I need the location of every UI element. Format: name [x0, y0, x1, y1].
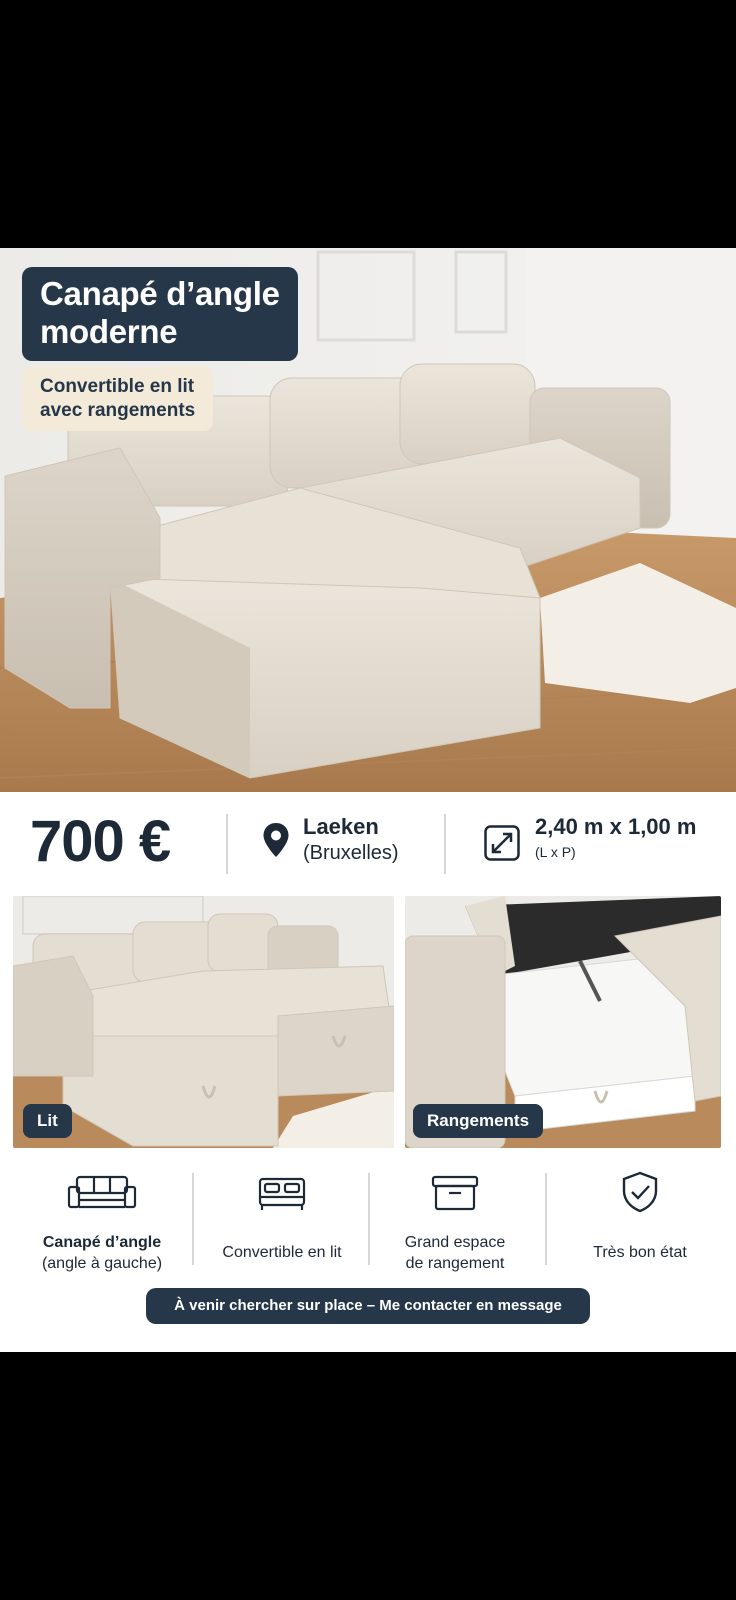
photo-bed-mode[interactable]: Lit — [13, 896, 394, 1148]
features-row: Canapé d’angle (angle à gauche) Converti… — [0, 1163, 736, 1273]
location-city: Laeken — [303, 814, 379, 839]
photo-tag-lit: Lit — [23, 1104, 72, 1138]
location-pin-icon — [263, 823, 289, 857]
listing-subtitle-badge: Convertible en lit avec rangements — [22, 367, 214, 431]
listing-title-line1: Canapé d’angle — [40, 275, 280, 312]
storage-box-icon — [431, 1175, 479, 1211]
feature-4-line1: Très bon état — [593, 1244, 687, 1261]
listing-subtitle-line1: Convertible en lit — [40, 376, 195, 397]
bottom-black-bar — [0, 1352, 736, 1600]
bed-icon — [258, 1177, 306, 1210]
feature-corner-sofa: Canapé d’angle (angle à gauche) — [10, 1163, 194, 1273]
info-row: 700 € Laeken (Bruxelles) 2,40 m x 1,00 m… — [0, 792, 736, 896]
feature-condition: Très bon état — [548, 1163, 732, 1273]
sofa-icon — [67, 1175, 137, 1209]
top-black-bar — [0, 0, 736, 248]
feature-3-line1: Grand espace — [404, 1234, 506, 1251]
divider — [226, 814, 228, 874]
feature-1-line2: (angle à gauche) — [41, 1255, 163, 1272]
listing-title-badge: Canapé d’angle moderne — [22, 267, 298, 361]
hero-photo[interactable]: Canapé d’angle moderne Convertible en li… — [0, 248, 736, 792]
location-region: (Bruxelles) — [303, 842, 399, 864]
dimensions-value: 2,40 m x 1,00 m — [535, 814, 697, 839]
expand-dimensions-icon — [484, 825, 520, 861]
divider — [444, 814, 446, 874]
listing-subtitle-line2: avec rangements — [40, 400, 196, 421]
feature-1-line1: Canapé d’angle — [42, 1234, 162, 1251]
divider — [545, 1173, 547, 1265]
shield-check-icon — [622, 1171, 658, 1213]
feature-3-line2: de rangement — [405, 1255, 505, 1272]
listing-title-line2: moderne — [40, 313, 178, 350]
listing-card: Canapé d’angle moderne Convertible en li… — [0, 248, 736, 1352]
feature-convertible: Convertible en lit — [190, 1163, 374, 1273]
dimensions-note: (L x P) — [535, 844, 576, 860]
price: 700 € — [30, 809, 171, 874]
feature-storage: Grand espace de rangement — [363, 1163, 547, 1273]
photo-storage[interactable]: Rangements — [405, 896, 721, 1148]
feature-2-line1: Convertible en lit — [222, 1244, 342, 1261]
contact-cta-button[interactable]: À venir chercher sur place – Me contacte… — [146, 1288, 590, 1324]
photo-tag-rangements: Rangements — [413, 1104, 544, 1138]
